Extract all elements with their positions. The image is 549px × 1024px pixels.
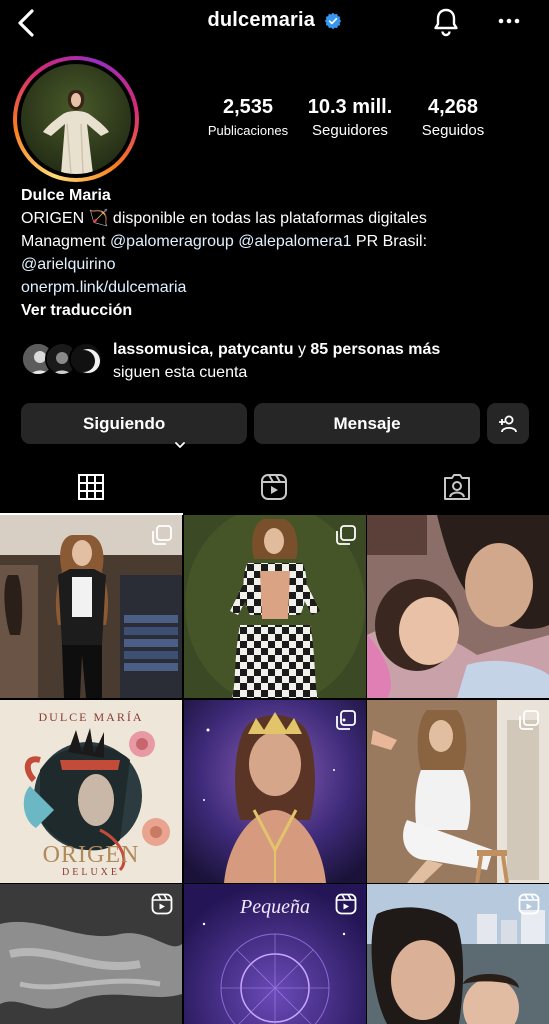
story-ring[interactable] (13, 56, 139, 182)
followed-by-text: lassomusica, patycantu y 85 personas más… (113, 338, 440, 384)
bio-line: onerpm.link/dulcemaria (21, 276, 536, 299)
more-options-icon[interactable] (496, 10, 522, 32)
profile-name: Dulce Maria (21, 187, 111, 204)
title-wrap: dulcemaria (0, 9, 549, 32)
tab-reels[interactable] (183, 460, 366, 515)
bell-icon[interactable] (432, 7, 460, 37)
carousel-icon (151, 524, 173, 546)
stat-label: Publicaciones (207, 123, 289, 138)
tagged-person-icon (444, 474, 470, 500)
chevron-down-icon (175, 422, 185, 448)
message-button[interactable]: Mensaje (254, 403, 480, 444)
reels-icon (261, 474, 287, 500)
tab-grid[interactable] (0, 460, 183, 515)
post-thumbnail[interactable]: DULCE MARÍA ORIGEN DELUXE (0, 700, 182, 883)
bio-text: PR Brasil: (351, 233, 428, 250)
bio-line: ORIGEN 🏹 disponible en todas las platafo… (21, 210, 427, 227)
message-label: Mensaje (333, 414, 401, 433)
stat-label: Seguidores (312, 122, 388, 139)
external-link[interactable]: onerpm.link/dulcemaria (21, 279, 186, 296)
album-edition: DELUXE (62, 867, 120, 878)
followers-others: 85 personas más (310, 341, 441, 358)
followed-by[interactable]: lassomusica, patycantu y 85 personas más… (21, 338, 536, 384)
stat-followers[interactable]: 10.3 mill. Seguidores (300, 95, 400, 141)
reel-icon (335, 893, 357, 915)
avatar[interactable] (21, 64, 131, 174)
bio-line: @arielquirino (21, 253, 536, 276)
stat-value: 10.3 mill. (307, 96, 393, 118)
followed-by-suffix: siguen esta cuenta (113, 364, 248, 381)
top-bar: dulcemaria (0, 0, 549, 46)
profile-username[interactable]: dulcemaria (207, 9, 315, 31)
followed-by-line: lassomusica, patycantu y 85 personas más (113, 338, 440, 361)
carousel-icon (518, 709, 540, 731)
following-label: Siguiendo (83, 414, 166, 433)
stat-posts: 2,535 Publicaciones (200, 95, 296, 141)
carousel-icon (335, 524, 357, 546)
profile-tabs (0, 460, 549, 515)
verified-badge-icon (324, 12, 342, 30)
post-thumbnail[interactable] (0, 515, 182, 698)
post-thumbnail[interactable] (0, 884, 182, 1024)
reel-icon (151, 893, 173, 915)
bio-text: Managment (21, 233, 110, 250)
stat-label: Seguidos (421, 122, 485, 139)
post-thumbnail[interactable] (367, 884, 549, 1024)
follower-avatar (69, 342, 103, 376)
stat-value: 2,535 (222, 96, 274, 118)
post-thumbnail[interactable] (184, 700, 366, 883)
reel-icon (518, 893, 540, 915)
album-artist: DULCE MARÍA (38, 710, 144, 724)
add-person-icon (499, 415, 517, 433)
mention-link[interactable]: @alepalomera1 (238, 233, 351, 250)
mention-link[interactable]: @arielquirino (21, 256, 116, 273)
suggested-users-button[interactable] (487, 403, 529, 444)
stat-value: 4,268 (427, 96, 479, 118)
bio: Dulce Maria ORIGEN 🏹 disponible en todas… (21, 184, 536, 322)
post-thumbnail[interactable] (367, 515, 549, 698)
post-thumbnail[interactable] (367, 700, 549, 883)
stat-following[interactable]: 4,268 Seguidos (406, 95, 500, 141)
post-thumbnail[interactable]: Pequeña (184, 884, 366, 1024)
connector: y (293, 341, 311, 358)
following-button[interactable]: Siguiendo (21, 403, 247, 448)
tab-tagged[interactable] (366, 460, 549, 515)
bio-line: Managment @palomeragroup @alepalomera1 P… (21, 230, 536, 253)
see-translation-link[interactable]: Ver traducción (21, 299, 536, 322)
album-title: ORIGEN (42, 842, 140, 868)
mention-link[interactable]: @palomeragroup (110, 233, 234, 250)
post-thumbnail[interactable] (184, 515, 366, 698)
carousel-icon (335, 709, 357, 731)
follower-names: lassomusica, patycantu (113, 341, 294, 358)
grid-icon (78, 474, 104, 500)
